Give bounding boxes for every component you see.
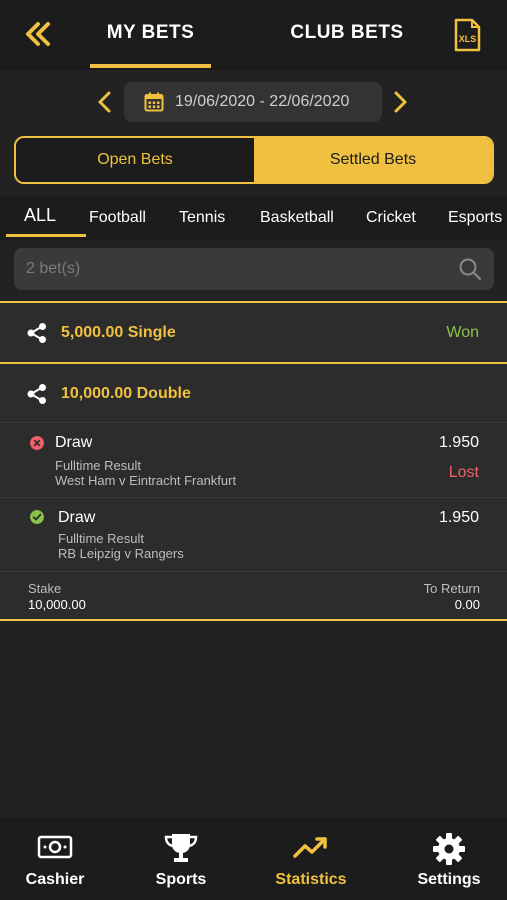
trophy-icon [164,834,198,862]
stake-value: 10,000.00 [28,597,86,612]
svg-text:XLS: XLS [459,34,477,44]
selection-market: Fulltime Result [58,531,144,546]
trend-up-icon [293,837,327,858]
active-category-indicator [6,234,86,237]
selection-result-lost: Lost [448,464,479,481]
search-bar[interactable]: 2 bet(s) [14,248,494,290]
tab-esports[interactable]: Esports [448,209,502,227]
selection-odds: 1.950 [438,434,479,451]
nav-statistics[interactable]: Statistics [256,818,366,900]
selection-row: Draw Fulltime Result West Ham v Eintrach… [0,422,507,497]
nav-sports[interactable]: Sports [126,818,236,900]
settled-bets-button[interactable]: Settled Bets [254,138,492,182]
double-chevron-left-icon[interactable] [22,18,54,50]
bet-result-won: Won [446,324,479,341]
date-range-row: 19/06/2020 - 22/06/2020 [0,80,507,124]
xls-file-icon[interactable]: XLS [452,18,482,52]
tab-my-bets[interactable]: MY BETS [90,22,211,44]
tab-cricket[interactable]: Cricket [366,209,416,227]
nav-cashier-label: Cashier [25,871,85,888]
nav-settings-label: Settings [417,871,481,888]
nav-cashier[interactable]: Cashier [0,818,110,900]
divider [0,619,507,621]
to-return-value: 0.00 [454,597,480,612]
active-tab-indicator [90,64,211,68]
bet-title: 5,000.00 Single [61,324,176,341]
selection-event: West Ham v Eintracht Frankfurt [55,473,237,488]
open-bets-button[interactable]: Open Bets [16,138,254,182]
stake-return-row: Stake 10,000.00 To Return 0.00 [0,571,507,619]
nav-settings[interactable]: Settings [394,818,504,900]
search-icon[interactable] [458,257,482,281]
bottom-navigation: Cashier Sports Statistics Settings [0,818,507,900]
bet-status-toggle: Open Bets Settled Bets [14,136,494,184]
selection-odds: 1.950 [438,509,479,526]
share-icon[interactable] [26,322,48,344]
selection-name: Draw [58,509,96,526]
to-return-label: To Return [423,581,480,596]
calendar-icon [144,92,164,112]
lost-x-icon [30,436,44,450]
bet-row-single[interactable]: 5,000.00 Single Won [0,303,507,362]
nav-statistics-label: Statistics [275,871,347,888]
date-range-text: 19/06/2020 - 22/06/2020 [175,93,350,110]
selection-market: Fulltime Result [55,458,141,473]
won-check-icon [30,510,44,524]
tab-all[interactable]: ALL [24,205,56,226]
selection-event: RB Leipzig v Rangers [58,546,184,561]
tab-club-bets[interactable]: CLUB BETS [280,22,414,44]
tab-tennis[interactable]: Tennis [179,209,225,227]
stake-label: Stake [28,581,62,596]
bet-row-double[interactable]: 10,000.00 Double [0,364,507,422]
tab-basketball[interactable]: Basketball [260,209,334,227]
gear-icon [433,833,465,865]
sport-category-tabs: ALL Football Tennis Basketball Cricket E… [0,196,507,240]
chevron-right-icon[interactable] [390,90,410,114]
date-range-picker[interactable]: 19/06/2020 - 22/06/2020 [124,82,382,122]
bet-title: 10,000.00 Double [61,385,191,402]
search-placeholder: 2 bet(s) [26,260,81,277]
share-icon[interactable] [26,383,48,405]
selection-name: Draw [55,434,93,451]
chevron-left-icon[interactable] [95,90,115,114]
selection-row: Draw Fulltime Result RB Leipzig v Ranger… [0,497,507,571]
tab-football[interactable]: Football [89,209,146,227]
top-header: MY BETS CLUB BETS XLS [0,0,507,70]
nav-sports-label: Sports [155,871,207,888]
cash-icon [37,835,73,859]
